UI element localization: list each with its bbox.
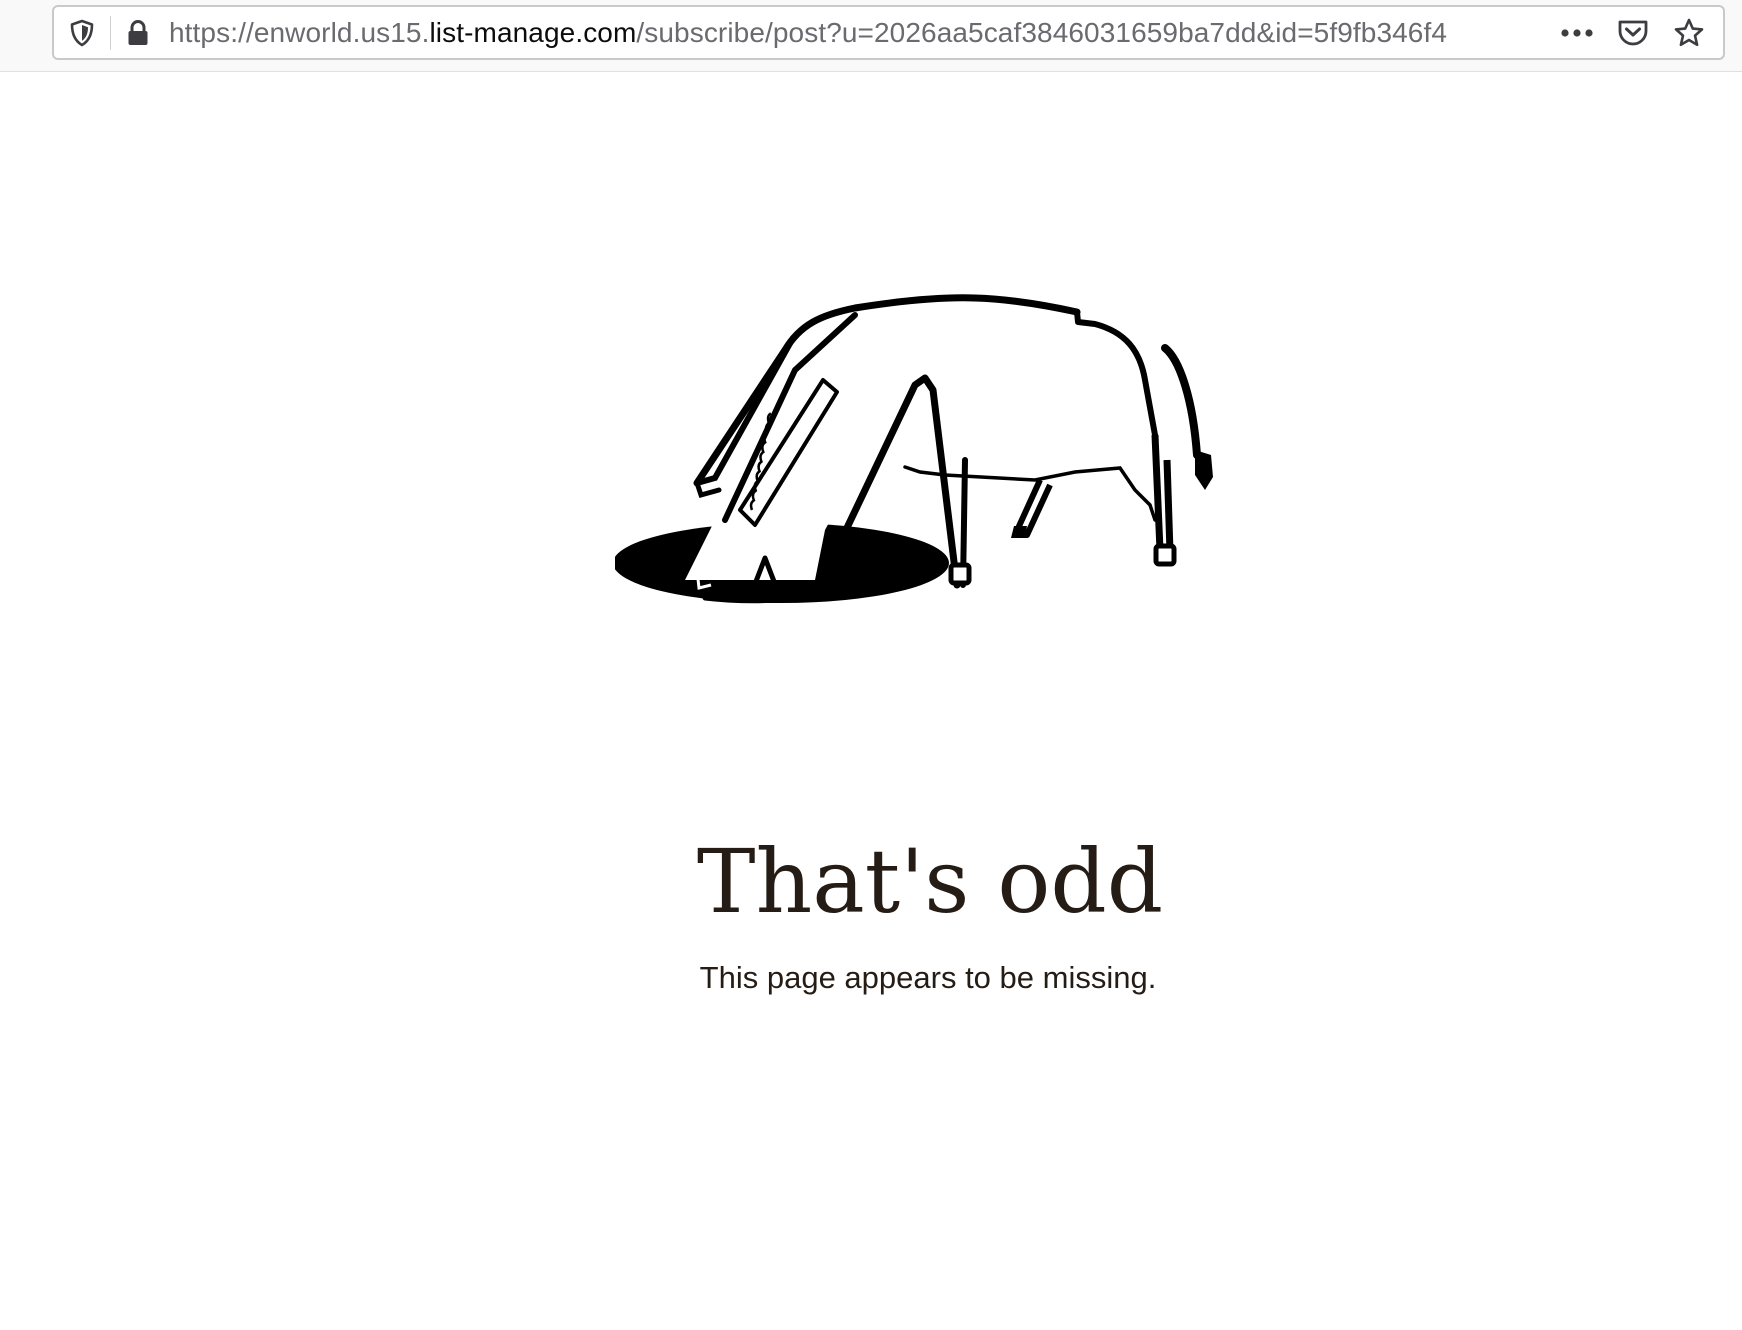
star-icon[interactable]: [1661, 7, 1717, 58]
page-content: [0, 72, 1742, 1330]
pocket-icon[interactable]: [1605, 7, 1661, 58]
url-path: /subscribe/post?u=2026aa5caf3846031659ba…: [636, 16, 1448, 48]
urlbar-actions: [1549, 7, 1723, 58]
url-text[interactable]: https://enworld.us15.list-manage.com/sub…: [165, 17, 1549, 49]
url-domain: list-manage.com: [429, 16, 637, 48]
browser-toolbar: https://enworld.us15.list-manage.com/sub…: [0, 0, 1742, 72]
error-message: This page appears to be missing.: [699, 960, 1157, 995]
lock-icon[interactable]: [111, 7, 165, 58]
page-title: That's odd: [696, 830, 1164, 933]
horse-in-hole-illustration: [615, 294, 1213, 604]
shield-icon[interactable]: [54, 7, 110, 58]
url-prefix: https://enworld.us15.: [169, 16, 430, 48]
address-bar[interactable]: https://enworld.us15.list-manage.com/sub…: [52, 5, 1725, 60]
more-dots-icon[interactable]: [1549, 7, 1605, 58]
